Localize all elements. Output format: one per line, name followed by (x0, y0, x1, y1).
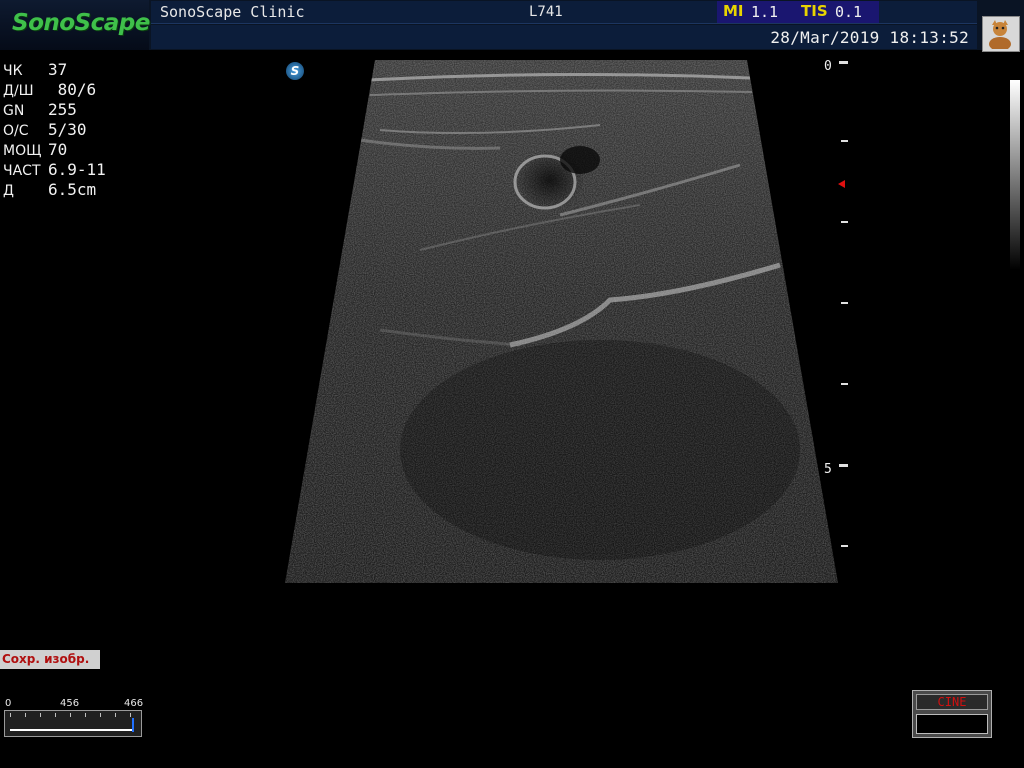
param-label: GN (3, 103, 25, 119)
param-label: О/С (3, 123, 29, 139)
save-image-label[interactable]: Сохр. изобр. (0, 650, 100, 669)
depth-tick (841, 140, 848, 142)
depth-tick (841, 302, 848, 304)
cine-tick (25, 713, 26, 717)
cine-panel: CINE (912, 690, 992, 738)
param-value: 70 (48, 140, 68, 159)
param-persistence: О/С 5/30 (3, 120, 87, 139)
cine-tick (40, 713, 41, 717)
param-value: 80/6 (48, 80, 97, 99)
brand-logo-text: SonoScape (12, 10, 150, 36)
hospital-name: SonoScape Clinic (160, 3, 305, 21)
depth-tick (839, 464, 848, 467)
cine-start-label: 0 (5, 698, 12, 709)
param-value: 6.5cm (48, 180, 97, 199)
param-gain: GN 255 (3, 100, 77, 119)
grayscale-bar (1010, 80, 1020, 270)
header-datetime-row: 28/Mar/2019 18:13:52 (151, 25, 977, 49)
ultrasound-screen: SonoScape SonoScape Clinic L741 MI 1.1 T… (0, 0, 1024, 768)
cine-tick (70, 713, 71, 717)
param-power: МОЩ 70 (3, 140, 67, 159)
cine-current-label: 456 (60, 698, 80, 709)
param-dynamic-range: Д/Ш 80/6 (3, 80, 96, 99)
cine-progress-bar[interactable]: 0 456 466 (4, 698, 144, 740)
depth-tick (841, 383, 848, 385)
cine-tick (100, 713, 101, 717)
cine-track[interactable] (4, 710, 142, 737)
param-label: ЧАСТ (3, 163, 41, 179)
cine-tick (85, 713, 86, 717)
mi-value: 1.1 (751, 3, 779, 21)
mi-label: MI (723, 2, 744, 20)
cine-title[interactable]: CINE (916, 694, 988, 710)
param-label: ЧК (3, 63, 23, 79)
cine-tick (10, 713, 11, 717)
param-label: Д/Ш (3, 83, 34, 99)
param-value: 255 (48, 100, 77, 119)
param-frequency: ЧАСТ 6.9-11 (3, 160, 106, 179)
tis-label: TIS (801, 2, 828, 20)
ultrasound-image (285, 60, 838, 583)
depth-tick (841, 545, 848, 547)
param-label: Д (3, 183, 14, 199)
user-avatar-icon[interactable] (982, 16, 1020, 52)
focus-marker-icon[interactable] (838, 180, 845, 188)
probe-name: L741 (529, 4, 563, 20)
param-value: 37 (48, 60, 68, 79)
param-frame-rate: ЧК 37 (3, 60, 67, 79)
brand-logo: SonoScape (0, 0, 150, 50)
param-depth: Д 6.5cm (3, 180, 96, 199)
cine-fill (10, 729, 132, 731)
cine-tick (115, 713, 116, 717)
acoustic-index-block: MI 1.1 TIS 0.1 (717, 1, 879, 23)
depth-label-0: 0 (824, 59, 832, 74)
param-value: 5/30 (48, 120, 87, 139)
depth-label-5: 5 (824, 462, 832, 477)
header-info-row: SonoScape Clinic L741 MI 1.1 TIS 0.1 (151, 1, 977, 24)
header-bar: SonoScape SonoScape Clinic L741 MI 1.1 T… (0, 0, 1024, 52)
depth-tick (841, 221, 848, 223)
cine-tick (55, 713, 56, 717)
depth-tick (839, 61, 848, 64)
param-label: МОЩ (3, 143, 42, 159)
cine-tick (130, 713, 131, 717)
orientation-marker-icon: S (286, 62, 304, 80)
tis-value: 0.1 (835, 3, 863, 21)
user-avatar-graphic (983, 17, 1017, 51)
cine-field (916, 714, 988, 734)
cine-handle[interactable] (132, 718, 134, 732)
param-value: 6.9-11 (48, 160, 106, 179)
cine-total-label: 466 (124, 698, 144, 709)
datetime: 28/Mar/2019 18:13:52 (770, 28, 969, 47)
